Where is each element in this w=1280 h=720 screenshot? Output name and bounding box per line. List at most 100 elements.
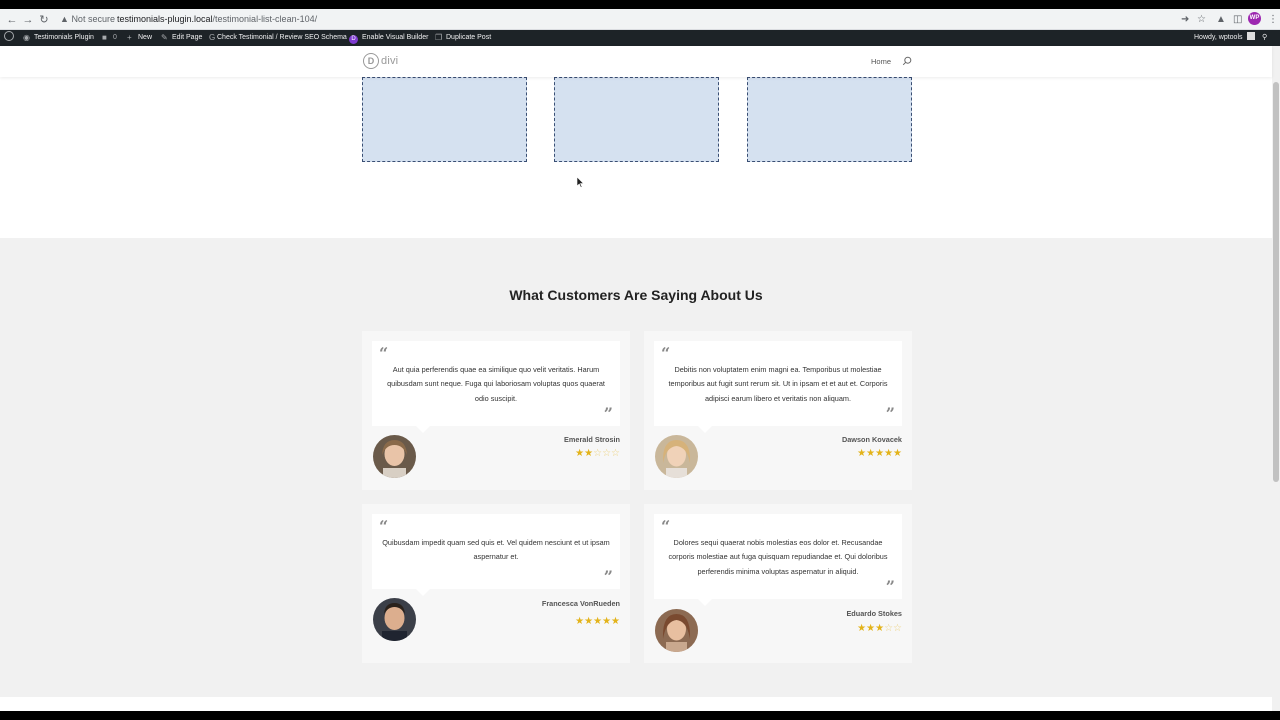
star-empty-icon: ☆	[893, 623, 902, 634]
star-filled-icon: ★	[866, 623, 876, 634]
pencil-icon: ✎	[161, 33, 168, 42]
edit-page-label: Edit Page	[172, 34, 203, 41]
mouse-cursor-icon	[577, 177, 585, 188]
reload-icon[interactable]: ↻	[37, 13, 51, 27]
avatar	[373, 435, 416, 478]
share-icon[interactable]: ➜	[1181, 13, 1189, 26]
avatar	[655, 435, 698, 478]
star-filled-icon: ★	[875, 623, 885, 634]
star-filled-icon: ★	[857, 623, 867, 634]
quote-close-icon: ”	[885, 404, 895, 423]
browser-toolbar: ← → ↻ ▲ Not secure testimonials-plugin.l…	[0, 9, 1280, 30]
site-name-label: Testimonials Plugin	[34, 34, 94, 41]
testimonial-text: Dolores sequi quaerat nobis molestias eo…	[668, 538, 888, 576]
testimonials-section: What Customers Are Saying About Us “ Aut…	[0, 238, 1272, 697]
admin-bar-seo-schema[interactable]: G Check Testimonial / Review SEO Schema	[209, 30, 347, 46]
testimonial-text: Quibusdam impedit quam sed quis et. Vel …	[382, 538, 610, 562]
star-rating: ★★★☆☆	[857, 624, 902, 634]
section-title: What Customers Are Saying About Us	[509, 287, 763, 303]
security-label: Not secure	[71, 14, 115, 24]
testimonial-card: “ Aut quia perferendis quae ea similique…	[362, 331, 630, 490]
testimonial-bubble: “ Debitis non voluptatem enim magni ea. …	[654, 341, 902, 433]
nav-home-link[interactable]: Home	[871, 57, 891, 67]
plus-icon: +	[127, 33, 132, 42]
wordpress-logo-icon[interactable]	[4, 30, 14, 46]
search-icon[interactable]	[902, 56, 912, 66]
author-name: Emerald Strosin	[564, 435, 620, 444]
logo-letter: D	[363, 53, 379, 69]
admin-bar-new[interactable]: + New	[127, 30, 152, 46]
admin-bar-visual-builder[interactable]: D Enable Visual Builder	[349, 30, 428, 46]
comment-bubble-icon: ■	[102, 33, 107, 42]
admin-bar-account[interactable]: Howdy, wptools	[1194, 30, 1255, 46]
divi-logo[interactable]: D divi	[363, 53, 398, 69]
testimonial-bubble: “ Quibusdam impedit quam sed quis et. Ve…	[372, 514, 620, 596]
star-filled-icon: ★	[584, 448, 594, 459]
bookmark-star-icon[interactable]: ☆	[1197, 13, 1206, 26]
avatar	[655, 609, 698, 652]
testimonial-card: “ Quibusdam impedit quam sed quis et. Ve…	[362, 504, 630, 663]
url-path: /testimonial-list-clean-104/	[212, 14, 318, 24]
site-header: D divi Home	[0, 46, 1272, 77]
google-g-icon: G	[209, 33, 216, 42]
greeting-label: Howdy, wptools	[1194, 34, 1243, 41]
side-panel-icon[interactable]: ◫	[1233, 13, 1242, 26]
author-name: Francesca VonRueden	[541, 599, 620, 608]
page-scrollbar[interactable]	[1272, 46, 1280, 711]
wp-admin-bar: ◉ Testimonials Plugin ■ 0 + New ✎ Edit Page …	[0, 30, 1280, 46]
testimonial-bubble: “ Aut quia perferendis quae ea similique…	[372, 341, 620, 433]
testimonial-text: Aut quia perferendis quae ea similique q…	[387, 365, 605, 403]
star-rating: ★★☆☆☆	[575, 449, 620, 459]
placeholder-box[interactable]	[554, 77, 719, 162]
testimonial-card: “ Debitis non voluptatem enim magni ea. …	[644, 331, 912, 490]
back-arrow-icon[interactable]: ←	[5, 13, 19, 27]
star-filled-icon: ★	[575, 616, 585, 627]
placeholder-box[interactable]	[362, 77, 527, 162]
admin-bar-duplicate[interactable]: ❐ Duplicate Post	[435, 30, 491, 46]
star-filled-icon: ★	[611, 616, 620, 627]
star-empty-icon: ☆	[593, 448, 603, 459]
profile-avatar[interactable]: WP	[1248, 12, 1261, 25]
author-name: Eduardo Stokes	[846, 609, 902, 618]
new-label: New	[138, 34, 153, 41]
star-rating: ★★★★★	[575, 617, 620, 627]
quote-open-icon: “	[661, 517, 671, 536]
seo-schema-label: Check Testimonial / Review SEO Schema	[217, 34, 347, 41]
star-filled-icon: ★	[602, 616, 612, 627]
visual-builder-label: Enable Visual Builder	[362, 34, 429, 41]
user-avatar	[1246, 32, 1255, 40]
admin-bar-site-link[interactable]: ◉ Testimonials Plugin	[23, 30, 94, 46]
browser-menu-icon[interactable]: ⋮	[1268, 13, 1278, 26]
star-filled-icon: ★	[866, 448, 876, 459]
admin-bar-comments[interactable]: ■ 0	[102, 30, 117, 46]
duplicate-icon: ❐	[435, 33, 443, 42]
testimonial-card: “ Dolores sequi quaerat nobis molestias …	[644, 504, 912, 663]
avatar	[373, 598, 416, 641]
testimonial-text: Debitis non voluptatem enim magni ea. Te…	[668, 365, 888, 403]
quote-close-icon: ”	[603, 567, 613, 586]
address-bar[interactable]: testimonials-plugin.local/testimonial-li…	[117, 13, 317, 26]
testimonial-bubble: “ Dolores sequi quaerat nobis molestias …	[654, 514, 902, 606]
security-indicator[interactable]: ▲ Not secure	[60, 13, 115, 26]
browser-window: ← → ↻ ▲ Not secure testimonials-plugin.l…	[0, 9, 1280, 711]
admin-bar-search-icon[interactable]: ⚲	[1262, 30, 1267, 46]
extensions-puzzle-icon[interactable]: ▲	[1216, 13, 1226, 26]
duplicate-label: Duplicate Post	[446, 34, 492, 41]
star-filled-icon: ★	[575, 448, 585, 459]
star-empty-icon: ☆	[611, 448, 620, 459]
placeholder-box[interactable]	[747, 77, 912, 162]
forward-arrow-icon[interactable]: →	[21, 13, 35, 27]
url-host: testimonials-plugin.local	[117, 14, 213, 24]
quote-open-icon: “	[661, 344, 671, 363]
star-filled-icon: ★	[593, 616, 603, 627]
quote-open-icon: “	[379, 517, 389, 536]
star-filled-icon: ★	[857, 448, 867, 459]
scrollbar-thumb[interactable]	[1273, 82, 1279, 482]
comments-count: 0	[113, 34, 117, 41]
dashboard-icon: ◉	[23, 33, 30, 42]
quote-close-icon: ”	[885, 577, 895, 596]
admin-bar-edit-page[interactable]: ✎ Edit Page	[161, 30, 202, 46]
star-filled-icon: ★	[875, 448, 885, 459]
divi-d-icon: D	[349, 35, 358, 44]
quote-close-icon: ”	[603, 404, 613, 423]
